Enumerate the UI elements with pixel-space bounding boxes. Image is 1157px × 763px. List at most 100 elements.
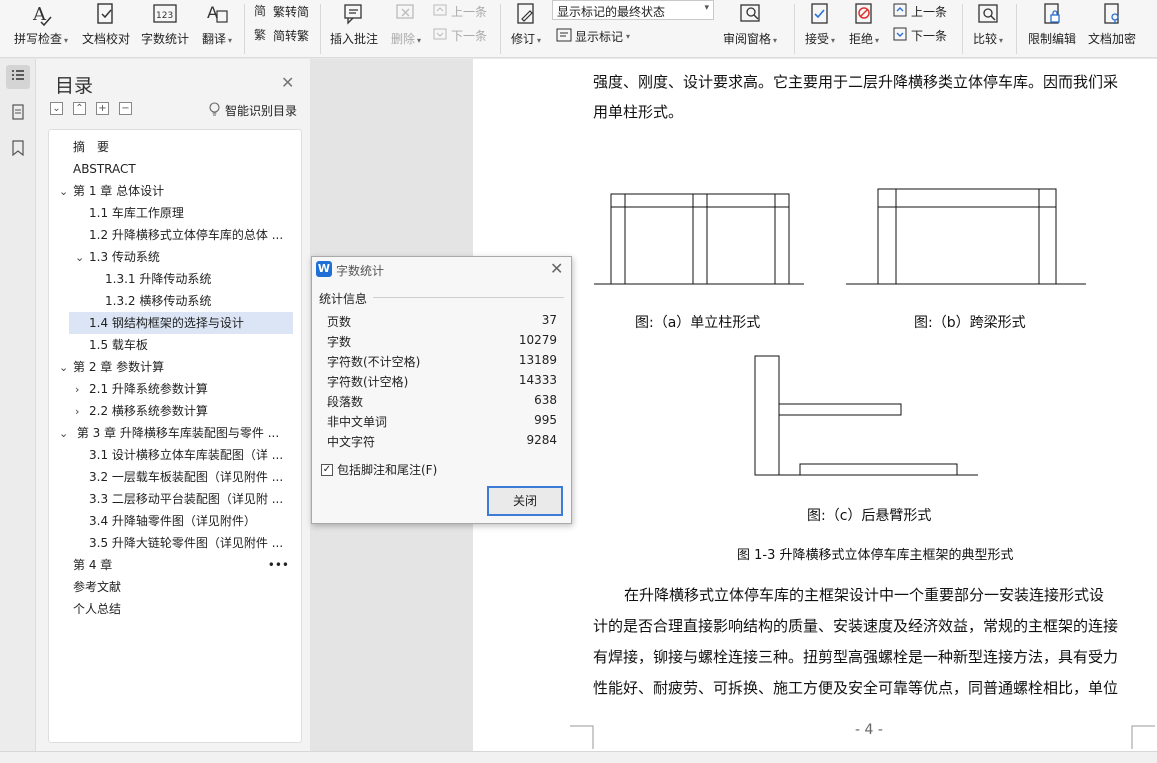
nav-strip: [0, 59, 36, 751]
chevron-down-icon[interactable]: ⌄: [75, 247, 89, 269]
trad-simp-icon: 简: [254, 2, 270, 21]
toc-item[interactable]: › 2.1 升降系统参数计算: [75, 378, 208, 400]
simp-trad-icon: 繁: [254, 26, 270, 45]
chevron-right-icon[interactable]: ›: [75, 379, 89, 401]
toc-item[interactable]: 3.2 一层载车板装配图（详见附件 ...: [89, 466, 283, 488]
figure-span-beam: [846, 188, 1086, 285]
stats-group-label: 统计信息: [319, 292, 368, 306]
bookmark-icon: [10, 139, 26, 159]
compare-button[interactable]: 比较 ▾: [968, 2, 1008, 47]
accept-icon: [802, 2, 838, 26]
toc-item[interactable]: ⌄ 第 3 章 升降横移车库装配图与零件 ...: [59, 422, 279, 444]
prev-change-button[interactable]: 上一条: [892, 0, 947, 22]
figure-single-column: [594, 193, 804, 285]
group-divider: [373, 297, 564, 298]
figure-title: 图 1-3 升降横移式立体停车库主框架的典型形式: [737, 548, 1014, 563]
translate-button[interactable]: A 翻译 ▾: [197, 2, 237, 47]
next-change-icon: [892, 26, 908, 45]
svg-text:繁: 繁: [254, 27, 266, 42]
dialog-title: 字数统计: [336, 264, 385, 278]
close-icon[interactable]: ✕: [550, 259, 563, 278]
chevron-down-icon[interactable]: ⌄: [59, 423, 73, 445]
figure-rear-cantilever: [754, 355, 978, 476]
dialog-header: W 字数统计 ✕: [312, 257, 571, 283]
delete-comment-icon: [386, 2, 426, 26]
body-text-line: 有焊接，铆接与螺栓连接三种。扭剪型高强螺栓是一种新型连接方法，具有受力: [593, 648, 1119, 666]
ribbon-toolbar: A 拼写检查 ▾ 文档校对 123 字数统计 A 翻译 ▾ 简 繁转简 繁 简转繁 …: [0, 0, 1157, 58]
toc-item[interactable]: 1.5 载车板: [89, 334, 148, 356]
toc-item[interactable]: › 2.2 横移系统参数计算: [75, 400, 208, 422]
insert-comment-button[interactable]: 插入批注: [328, 2, 380, 47]
include-notes-checkbox[interactable]: ✓ 包括脚注和尾注(F): [321, 461, 437, 478]
checkmark-icon[interactable]: ✓: [321, 463, 333, 476]
word-count-button[interactable]: 123 字数统计: [139, 2, 191, 47]
svg-text:123: 123: [156, 11, 173, 21]
chevron-down-icon: ▾: [704, 3, 709, 13]
toc-toggle[interactable]: [6, 65, 30, 89]
toc-item[interactable]: 个人总结: [73, 598, 121, 620]
toc-item[interactable]: ⌄ 第 1 章 总体设计: [59, 180, 164, 202]
prev-change-icon: [892, 2, 908, 21]
toc-item[interactable]: 参考文献: [73, 576, 121, 598]
word-count-icon: 123: [139, 2, 191, 26]
toc-item[interactable]: 3.5 升降大链轮零件图（详见附件 ...: [89, 532, 283, 554]
body-text-line: 性能好、耐疲劳、可拆换、施工方便及安全可靠等优点，同普通螺栓相比，单位: [593, 679, 1119, 697]
toc-item[interactable]: 摘 要: [73, 136, 109, 158]
stat-row: 字数 10279: [327, 333, 557, 349]
track-changes-button[interactable]: 修订 ▾: [506, 2, 546, 47]
next-comment-icon: [432, 26, 448, 45]
toc-item[interactable]: ⌄ 第 2 章 参数计算: [59, 356, 164, 378]
review-pane-button[interactable]: 审阅窗格 ▾: [722, 2, 778, 47]
trad-to-simp-button[interactable]: 简 繁转简: [254, 0, 309, 22]
toc-item[interactable]: 1.2 升降横移式立体停车库的总体 ...: [89, 224, 283, 246]
chevron-right-icon[interactable]: ›: [75, 401, 89, 423]
encrypt-icon: [1084, 2, 1140, 26]
display-mode-select[interactable]: 显示标记的最终状态 ▾: [552, 0, 714, 20]
body-text-line: 计的是否合理直接影响结构的质量、安装速度及经济效益，常规的主框架的连接: [593, 617, 1119, 635]
toc-item[interactable]: 3.1 设计横移立体车库装配图（详 ...: [89, 444, 283, 466]
next-change-button[interactable]: 下一条: [892, 24, 947, 46]
toc-item[interactable]: 1.3.2 横移传动系统: [105, 290, 211, 312]
show-markup-button[interactable]: 显示标记 ▾: [556, 25, 630, 47]
toc-item[interactable]: 3.4 升降轴零件图（详见附件）: [89, 510, 256, 532]
add-level-icon[interactable]: +: [96, 102, 109, 115]
encrypt-button[interactable]: 文档加密: [1084, 2, 1140, 47]
accept-button[interactable]: 接受 ▾: [802, 2, 838, 47]
close-button[interactable]: 关闭: [487, 486, 563, 516]
status-bar: [0, 751, 1157, 763]
page-icon: [10, 103, 26, 123]
smart-toc-button[interactable]: 智能识别目录: [208, 102, 297, 119]
expand-all-icon[interactable]: ⌃: [73, 102, 86, 115]
toc-item[interactable]: ⌄ 1.3 传动系统: [75, 246, 160, 268]
toc-item[interactable]: 1.3.1 升降传动系统: [105, 268, 211, 290]
bookmark-toggle[interactable]: [6, 137, 30, 161]
doc-proof-icon: [80, 2, 132, 26]
next-comment-button[interactable]: 下一条: [432, 24, 487, 46]
prev-comment-icon: [432, 2, 448, 21]
more-icon[interactable]: •••: [268, 554, 289, 576]
chevron-down-icon[interactable]: ⌄: [59, 181, 73, 203]
prev-comment-button[interactable]: 上一条: [432, 0, 487, 22]
reject-button[interactable]: 拒绝 ▾: [846, 2, 882, 47]
delete-comment-button[interactable]: 删除 ▾: [386, 2, 426, 47]
toc-item[interactable]: 1.1 车库工作原理: [89, 202, 184, 224]
toc-item[interactable]: 第 4 章 •••: [73, 554, 295, 576]
remove-level-icon[interactable]: −: [119, 102, 132, 115]
stat-row: 页数 37: [327, 313, 557, 329]
chevron-down-icon[interactable]: ⌄: [59, 357, 73, 379]
svg-text:简: 简: [254, 4, 266, 18]
collapse-all-icon[interactable]: ⌄: [50, 102, 63, 115]
spell-check-button[interactable]: A 拼写检查 ▾: [10, 2, 72, 47]
toc-item-selected[interactable]: 1.4 钢结构框架的选择与设计: [69, 312, 293, 334]
translate-icon: A: [197, 2, 237, 26]
simp-to-trad-button[interactable]: 繁 简转繁: [254, 24, 309, 46]
doc-proof-button[interactable]: 文档校对: [80, 2, 132, 47]
close-icon[interactable]: ✕: [281, 73, 294, 92]
toc-item[interactable]: 3.3 二层移动平台装配图（详见附 ...: [89, 488, 283, 510]
toc-item[interactable]: ABSTRACT: [73, 158, 136, 180]
stat-row: 字符数(不计空格) 13189: [327, 353, 557, 369]
lightbulb-icon: [208, 102, 221, 119]
figure-caption-c: 图:（c）后悬臂形式: [807, 508, 932, 524]
page-thumbnails-toggle[interactable]: [6, 101, 30, 125]
restrict-edit-button[interactable]: 限制编辑: [1024, 2, 1080, 47]
